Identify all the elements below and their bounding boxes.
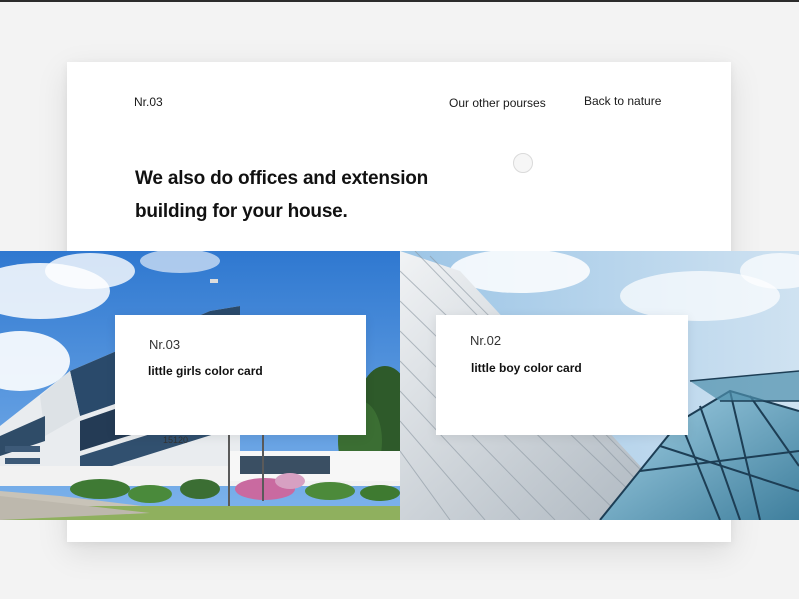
headline-line-2: building for your house. xyxy=(135,201,348,222)
card-number: Nr.02 xyxy=(470,333,502,348)
card-title: little girls color card xyxy=(148,364,263,378)
headline-line-1: We also do offices and extension xyxy=(135,168,429,189)
top-rule xyxy=(0,0,799,2)
circle-indicator[interactable] xyxy=(513,153,533,173)
headline: We also do offices and extension buildin… xyxy=(135,162,455,228)
section-number: Nr.03 xyxy=(134,95,163,109)
building-number: 15120 xyxy=(163,435,188,445)
color-card-girls[interactable]: Nr.03 little girls color card xyxy=(115,315,366,435)
card-title: little boy color card xyxy=(471,361,582,375)
nav-link-back-to-nature[interactable]: Back to nature xyxy=(584,94,661,108)
nav-link-other-pourses[interactable]: Our other pourses xyxy=(449,96,546,110)
color-card-boys[interactable]: Nr.02 little boy color card xyxy=(436,315,688,435)
card-number: Nr.03 xyxy=(149,337,181,352)
